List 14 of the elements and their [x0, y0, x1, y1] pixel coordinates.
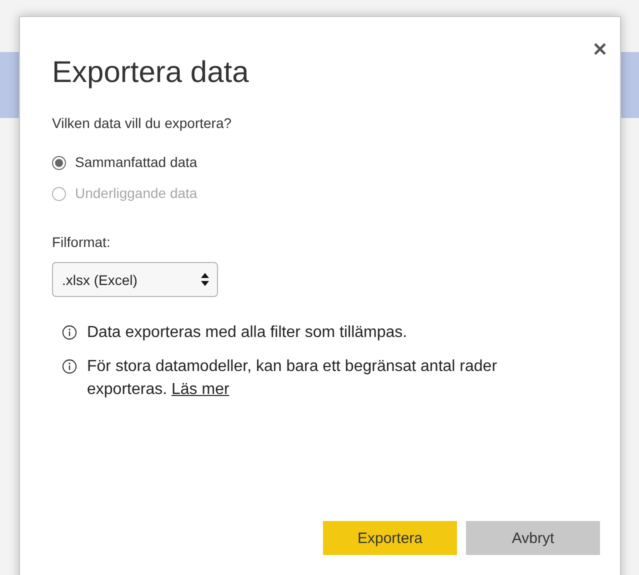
- info-note: Data exporteras med alla filter som tillämpas.: [87, 323, 408, 343]
- format-label: Filformat:: [52, 233, 110, 252]
- question-text: Vilken data vill du exportera?: [52, 114, 233, 133]
- info-note: För stora datamodeller, kan bara ett begränsat antal rader exporteras. Läs mer: [87, 357, 498, 400]
- dialog-title: Exportera data: [52, 55, 250, 91]
- format-select[interactable]: .xlsx (Excel): [52, 262, 218, 297]
- read-more-link[interactable]: Läs mer: [172, 381, 230, 398]
- close-icon[interactable]: [594, 43, 606, 55]
- updown-icon: [201, 273, 209, 286]
- cancel-button[interactable]: Avbryt: [466, 521, 600, 555]
- info-icon: [62, 325, 77, 340]
- info-icon: [62, 359, 77, 374]
- export-button[interactable]: Exportera: [323, 521, 457, 555]
- radio-option[interactable]: Sammanfattad data: [52, 153, 198, 172]
